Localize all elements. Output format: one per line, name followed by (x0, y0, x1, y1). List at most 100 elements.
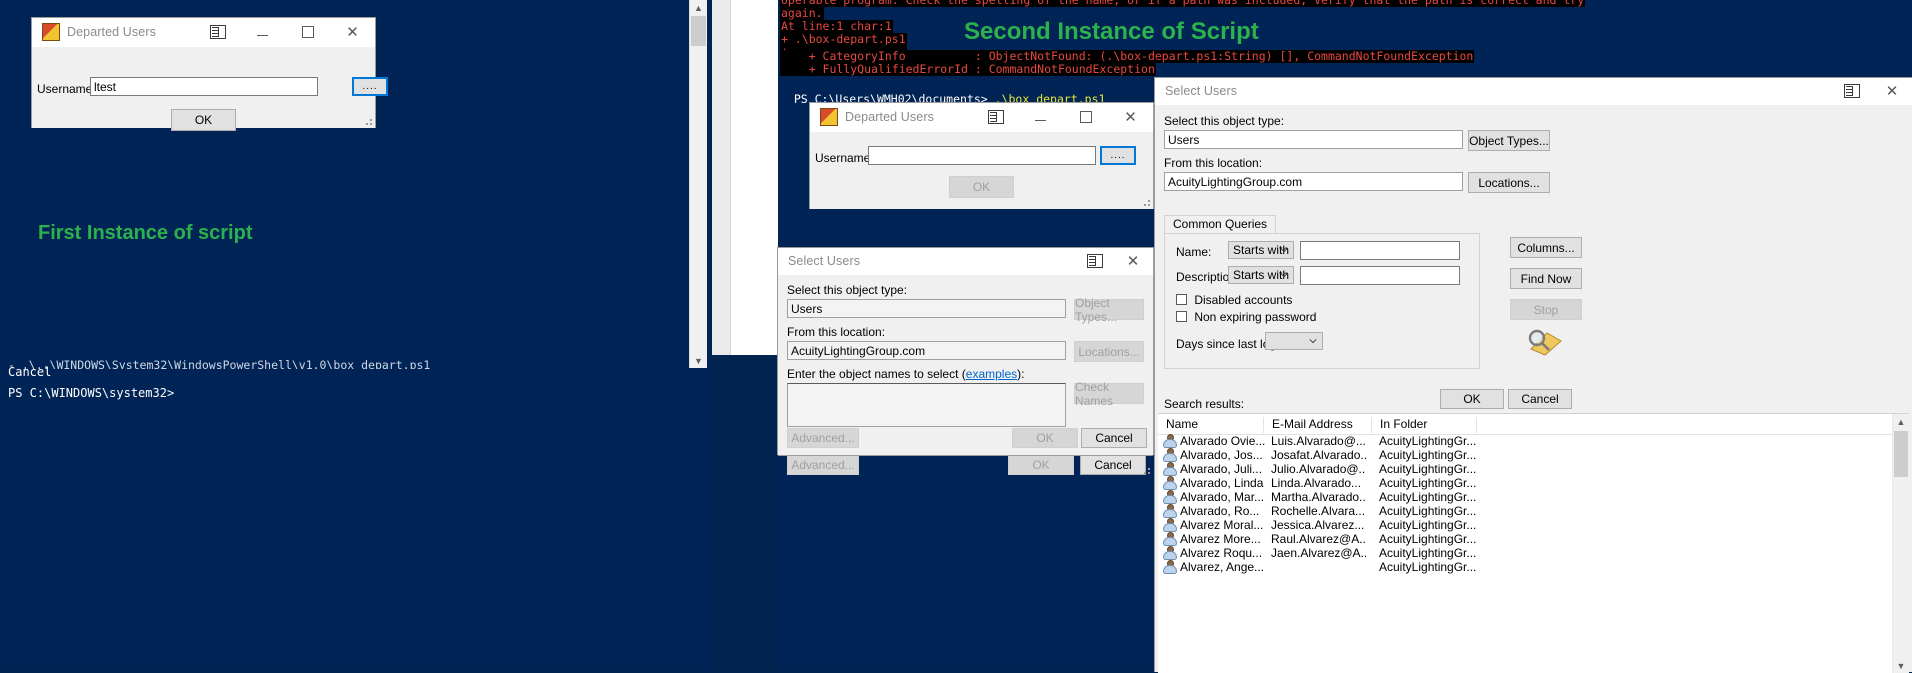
description-filter-input[interactable] (1300, 266, 1460, 285)
ok-button[interactable]: OK (1440, 389, 1504, 409)
document-scrollbar[interactable]: ▲ ▼ (689, 0, 707, 368)
table-row[interactable]: Alvarado, Linda Linda.Alvarado... AcuityLi… (1158, 476, 1893, 490)
table-row[interactable]: Alvarez Moral... Jessica.Alvarez... Acuity… (1158, 518, 1893, 532)
close-icon[interactable]: ✕ (1872, 78, 1912, 104)
titlebar-buttons[interactable]: ✕ (973, 103, 1153, 131)
console-left-cancel-line: Cancel (8, 365, 52, 379)
titlebar[interactable]: Select Users ✕ (778, 248, 1153, 275)
table-row[interactable]: Alvarez, Ange... AcuityLightingGr... (1158, 560, 1893, 574)
username-input[interactable]: ltest (90, 77, 318, 96)
user-icon (1164, 519, 1178, 532)
column-header-name[interactable]: Name (1166, 417, 1256, 431)
resize-grip[interactable] (1140, 196, 1151, 207)
ok-button[interactable]: OK (171, 109, 236, 131)
ok-button[interactable]: OK (949, 176, 1014, 198)
table-row[interactable]: Alvarado, Jos... Josafat.Alvarado... Acuit… (1158, 448, 1893, 462)
cell-email: Josafat.Alvarado... (1271, 448, 1366, 462)
window-title: Select Users (1165, 84, 1238, 98)
results-scroll-up-arrow[interactable]: ▲ (1893, 414, 1909, 429)
search-results-list[interactable]: Name E-Mail Address In Folder Alvarado O… (1158, 413, 1909, 673)
object-names-input[interactable] (787, 383, 1066, 427)
locations-button[interactable]: Locations... (1468, 172, 1550, 193)
column-header-folder[interactable]: In Folder (1371, 417, 1476, 433)
scroll-down-arrow[interactable]: ▼ (690, 353, 707, 368)
titlebar-buttons[interactable]: ✕ (195, 18, 375, 46)
user-icon (1164, 533, 1178, 546)
table-row[interactable]: Alvarado, Ro... Rochelle.Alvara... AcuityL… (1158, 504, 1893, 518)
resize-grip[interactable] (362, 115, 373, 126)
disabled-accounts-checkbox[interactable] (1176, 294, 1187, 305)
name-filter-input[interactable] (1300, 241, 1460, 260)
browse-button[interactable]: .... (1100, 146, 1136, 165)
departed-users-window-2[interactable]: Departed Users ✕ Username: .... OK (810, 103, 1153, 209)
stop-button[interactable]: Stop (1510, 299, 1582, 320)
close-icon[interactable]: ✕ (1113, 248, 1153, 274)
object-type-input[interactable]: Users (1164, 130, 1463, 149)
non-expiring-password-checkbox[interactable] (1176, 311, 1187, 322)
cell-email: Raul.Alvarez@A... (1271, 532, 1366, 546)
ok-button[interactable]: OK (1008, 454, 1074, 475)
layout-icon[interactable] (1832, 78, 1872, 104)
disabled-accounts-row[interactable]: Disabled accounts (1176, 293, 1292, 307)
maximize-icon[interactable] (1063, 103, 1108, 131)
tab-common-queries[interactable]: Common Queries (1164, 215, 1277, 234)
browse-button[interactable]: .... (352, 77, 388, 96)
table-row[interactable]: Alvarado, Juli... Julio.Alvarado@... Acuit… (1158, 462, 1893, 476)
cancel-button[interactable]: Cancel (1080, 454, 1146, 475)
locations-button[interactable]: Locations... (1074, 341, 1144, 362)
non-expiring-password-row[interactable]: Non expiring password (1176, 310, 1316, 324)
select-users-window-middle[interactable]: Select Users ✕ Select this object type: … (778, 248, 1153, 475)
ok-button-visible[interactable]: OK (1012, 428, 1078, 448)
minimize-icon[interactable] (240, 18, 285, 46)
advanced-button[interactable]: Advanced... (787, 454, 859, 475)
cancel-button[interactable]: Cancel (1508, 389, 1572, 409)
advanced-button-visible[interactable]: Advanced... (787, 428, 859, 448)
column-header-email[interactable]: E-Mail Address (1263, 417, 1368, 433)
titlebar-buttons[interactable]: ✕ (1832, 78, 1912, 104)
departed-users-window-1[interactable]: Departed Users ✕ Username: ltest .... OK (32, 18, 388, 131)
titlebar[interactable]: Departed Users ✕ (810, 103, 1153, 132)
find-now-button[interactable]: Find Now (1510, 268, 1582, 289)
location-label: From this location: (1164, 156, 1263, 170)
resize-grip[interactable] (1140, 464, 1151, 475)
days-since-last-logon-select[interactable] (1265, 332, 1323, 350)
cancel-button-visible[interactable]: Cancel (1081, 428, 1147, 448)
table-row[interactable]: Alvarez More... Raul.Alvarez@A... AcuityLi… (1158, 532, 1893, 546)
layout-icon[interactable] (973, 103, 1018, 131)
check-names-button[interactable]: Check Names (1074, 380, 1144, 408)
cell-name: Alvarez More... (1180, 532, 1261, 546)
maximize-icon[interactable] (285, 18, 330, 46)
location-input[interactable]: AcuityLightingGroup.com (1164, 172, 1463, 191)
table-row[interactable]: Alvarado Ovie... Luis.Alvarado@... AcuityL… (1158, 434, 1893, 448)
cell-folder: AcuityLightingGr... (1379, 434, 1477, 448)
scroll-up-arrow[interactable]: ▲ (690, 0, 707, 15)
table-row[interactable]: Alvarez Roqu... Jaen.Alvarez@A... AcuityLi… (1158, 546, 1893, 560)
table-row[interactable]: Alvarado, Mar... Martha.Alvarado... Acuity… (1158, 490, 1893, 504)
column-header-blank[interactable] (1476, 417, 1537, 433)
layout-icon[interactable] (1077, 248, 1113, 274)
window-body: Select this object type: Users Object Ty… (1155, 105, 1912, 673)
titlebar-buttons[interactable]: ✕ (1077, 248, 1153, 274)
window-body: Username: .... OK (810, 132, 1153, 209)
results-scroll-thumb[interactable] (1894, 431, 1908, 477)
name-filter-operator[interactable]: Starts with (1228, 241, 1294, 259)
columns-button[interactable]: Columns... (1510, 237, 1582, 258)
examples-link[interactable]: examples (966, 367, 1017, 381)
location-input[interactable]: AcuityLightingGroup.com (787, 341, 1066, 360)
close-icon[interactable]: ✕ (1108, 103, 1153, 131)
layout-icon[interactable] (195, 18, 240, 46)
chevron-down-icon (1280, 273, 1288, 278)
username-label: Username: (37, 82, 96, 96)
description-filter-operator[interactable]: Starts with (1228, 266, 1294, 284)
results-scrollbar[interactable]: ▲ ▼ (1892, 414, 1909, 673)
titlebar[interactable]: Departed Users ✕ (32, 18, 375, 47)
object-types-button[interactable]: Object Types... (1074, 296, 1144, 324)
titlebar[interactable]: Select Users ✕ (1155, 78, 1912, 105)
username-input[interactable] (868, 146, 1096, 165)
close-icon[interactable]: ✕ (330, 18, 375, 46)
minimize-icon[interactable] (1018, 103, 1063, 131)
object-type-input[interactable]: Users (787, 299, 1066, 318)
scroll-thumb[interactable] (691, 16, 706, 46)
select-users-window-right[interactable]: Select Users ✕ Select this object type: … (1155, 78, 1912, 673)
object-types-button[interactable]: Object Types... (1468, 130, 1550, 151)
